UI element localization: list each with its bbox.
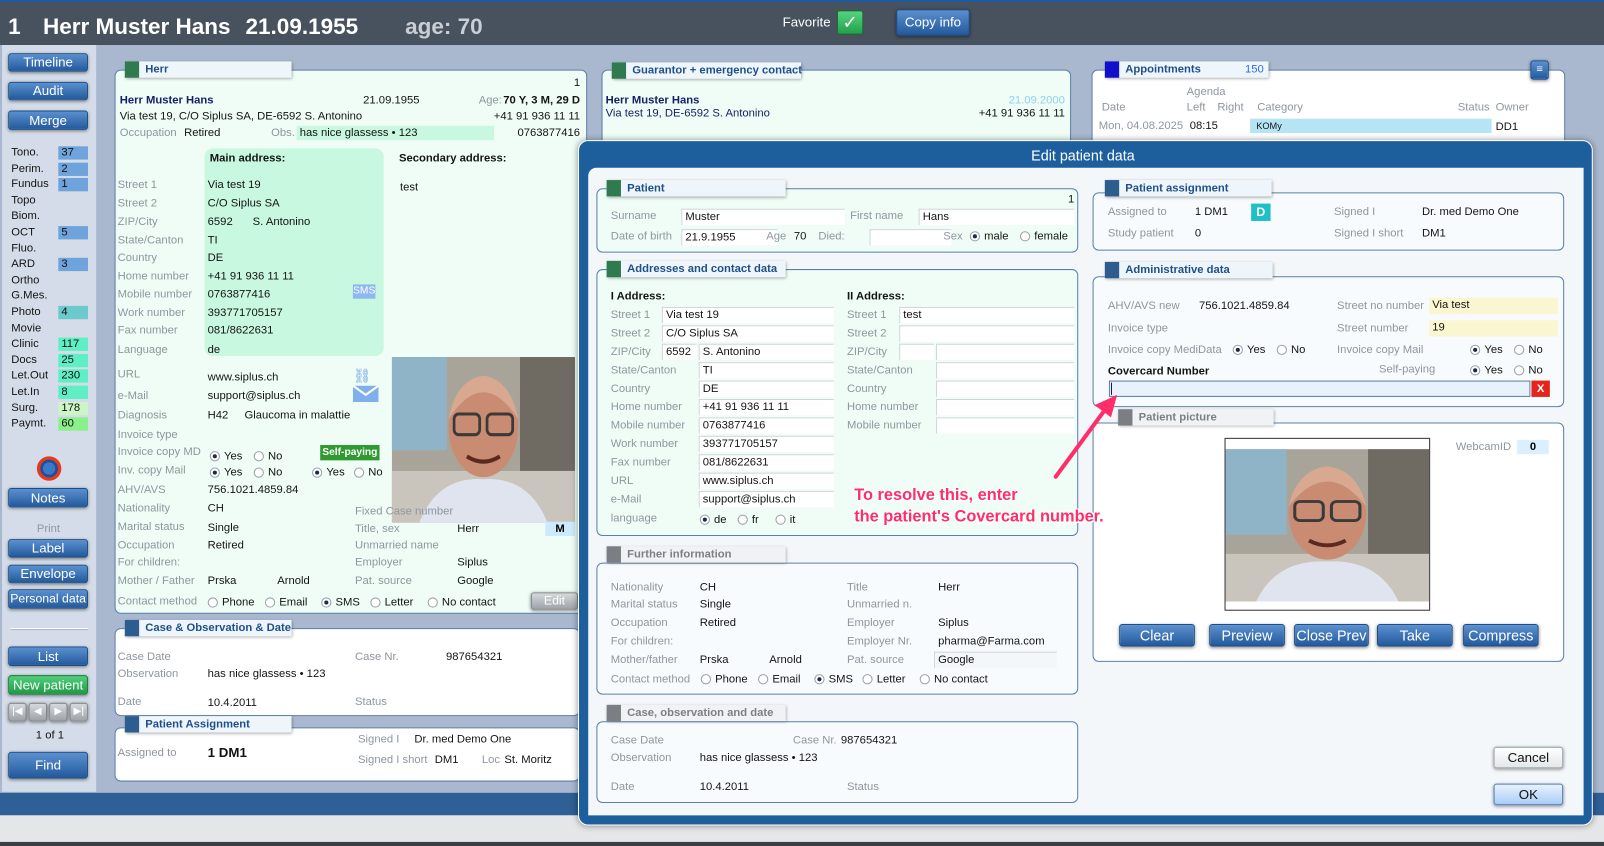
annotation-text-line1: To resolve this, enter <box>854 486 1018 505</box>
annotation-text-line2: the patient's Covercard number. <box>854 508 1104 526</box>
annotation-layer: To resolve this, enter the patient's Cove… <box>0 0 1604 846</box>
app-window: 1 Herr Muster Hans 21.09.1955 age: 70 Favori… <box>0 0 1604 846</box>
annotation-arrow-icon <box>0 0 1604 846</box>
